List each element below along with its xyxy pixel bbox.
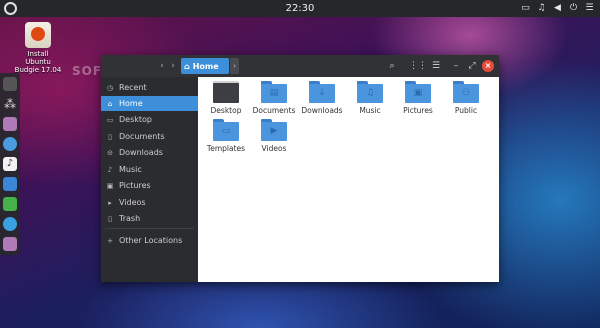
desktop-folder-icon [213, 81, 239, 103]
sidebar-item-trash[interactable]: ▯ Trash [101, 211, 198, 226]
file-item-pictures[interactable]: ▣ Pictures [394, 81, 442, 115]
sidebar-item-label: Downloads [119, 148, 163, 157]
sidebar-divider [105, 228, 194, 229]
file-item-downloads[interactable]: ↓ Downloads [298, 81, 346, 115]
music-icon: ♪ [107, 165, 113, 174]
desktop-icon-label-2: Ubuntu [25, 58, 51, 66]
sidebar-item-other-locations[interactable]: + Other Locations [101, 233, 198, 248]
home-icon: ⌂ [107, 99, 113, 108]
file-view: Desktop ▤ Documents ↓ Downloads ♫ Music … [198, 77, 499, 282]
music-folder-icon: ♫ [357, 81, 383, 103]
sidebar-item-label: Desktop [119, 115, 152, 124]
back-button[interactable]: ‹ [157, 60, 167, 72]
sidebar-item-label: Videos [119, 198, 146, 207]
calc-icon[interactable] [3, 197, 17, 211]
sidebar-item-label: Other Locations [119, 236, 183, 245]
sidebar-item-label: Pictures [119, 181, 151, 190]
sidebar-item-label: Recent [119, 83, 147, 92]
sidebar-item-downloads[interactable]: ⊝ Downloads [101, 145, 198, 160]
file-name: Public [454, 106, 478, 115]
panel-clock[interactable]: 22:30 [0, 3, 600, 14]
terminal-icon[interactable] [3, 77, 17, 91]
browser-icon[interactable] [3, 137, 17, 151]
file-name: Videos [261, 144, 287, 153]
pictures-folder-icon: ▣ [405, 81, 431, 103]
grid-view-icon[interactable]: ⋮⋮ [409, 59, 427, 73]
file-name: Desktop [210, 106, 242, 115]
file-name: Pictures [403, 106, 433, 115]
sidebar-item-pictures[interactable]: ▣ Pictures [101, 178, 198, 193]
dock: ⁂ ♪ [0, 73, 20, 255]
location-next-button[interactable]: › [230, 58, 239, 74]
file-item-videos[interactable]: ▶ Videos [250, 119, 298, 153]
files-open-icon[interactable] [3, 237, 17, 251]
budgie-icon[interactable]: ⁂ [3, 97, 17, 111]
sidebar-item-videos[interactable]: ▸ Videos [101, 195, 198, 210]
public-folder-icon: ⚇ [453, 81, 479, 103]
downloads-folder-icon: ↓ [309, 81, 335, 103]
file-manager-window: ‹ › ⌂ Home › ⌕ ⋮⋮ ☰ – ⤢ × ◷ Recent ⌂ Hom… [101, 55, 499, 282]
videos-folder-icon: ▶ [261, 119, 287, 141]
home-icon: ⌂ [184, 61, 190, 71]
file-name: Templates [206, 144, 246, 153]
menu-icon[interactable]: ☰ [585, 3, 594, 13]
document-icon: ▯ [108, 132, 112, 141]
sidebar-item-label: Trash [119, 214, 141, 223]
video-icon: ▸ [108, 198, 112, 207]
desktop-icon: ▭ [106, 115, 114, 124]
clock-icon: ◷ [106, 83, 114, 92]
music-player-icon[interactable]: ♪ [3, 157, 17, 171]
bell-icon[interactable]: ♫ [537, 3, 546, 13]
plus-icon: + [107, 236, 113, 245]
sidebar-item-label: Home [119, 99, 143, 108]
install-ubuntu-desktop-icon[interactable]: Install Ubuntu Budgie 17.04 [14, 22, 62, 74]
places-sidebar: ◷ Recent ⌂ Home ▭ Desktop ▯ Documents ⊝ … [101, 77, 198, 282]
sidebar-item-label: Music [119, 165, 142, 174]
templates-folder-icon: ▭ [213, 119, 239, 141]
picture-icon: ▣ [106, 181, 114, 190]
file-item-desktop[interactable]: Desktop [202, 81, 250, 115]
documents-folder-icon: ▤ [261, 81, 287, 103]
top-panel: 22:30 ▭ ♫ ◀ ⏻ ☰ [0, 0, 600, 17]
sidebar-item-documents[interactable]: ▯ Documents [101, 129, 198, 144]
minimize-icon[interactable]: – [449, 59, 463, 73]
close-icon[interactable]: × [482, 60, 494, 72]
window-icon[interactable]: ▭ [521, 3, 530, 13]
system-tray: ▭ ♫ ◀ ⏻ ☰ [521, 3, 594, 13]
file-item-documents[interactable]: ▤ Documents [250, 81, 298, 115]
file-name: Documents [252, 106, 296, 115]
file-name: Music [359, 106, 381, 115]
sidebar-item-label: Documents [119, 132, 165, 141]
volume-icon[interactable]: ◀ [553, 3, 562, 13]
download-icon: ⊝ [107, 148, 113, 157]
location-label: Home [192, 61, 219, 71]
sidebar-item-home[interactable]: ⌂ Home [101, 96, 198, 111]
maximize-icon[interactable]: ⤢ [465, 59, 479, 73]
file-item-templates[interactable]: ▭ Templates [202, 119, 250, 153]
menu-icon[interactable]: ☰ [429, 59, 443, 73]
power-icon[interactable]: ⏻ [569, 3, 578, 13]
desktop-icon-label-1: Install [27, 50, 49, 58]
search-icon[interactable]: ⌕ [385, 59, 399, 73]
sidebar-item-recent[interactable]: ◷ Recent [101, 80, 198, 95]
sidebar-item-music[interactable]: ♪ Music [101, 162, 198, 177]
installer-icon [25, 22, 51, 48]
desktop-icon-label-3: Budgie 17.04 [14, 66, 62, 74]
location-home-button[interactable]: ⌂ Home [181, 58, 229, 74]
titlebar: ‹ › ⌂ Home › ⌕ ⋮⋮ ☰ – ⤢ × [101, 55, 499, 77]
file-item-music[interactable]: ♫ Music [346, 81, 394, 115]
sidebar-item-desktop[interactable]: ▭ Desktop [101, 112, 198, 127]
forward-button[interactable]: › [168, 60, 178, 72]
trash-icon: ▯ [108, 214, 112, 223]
files-icon[interactable] [3, 117, 17, 131]
file-item-public[interactable]: ⚇ Public [442, 81, 490, 115]
writer-icon[interactable] [3, 177, 17, 191]
software-center-icon[interactable] [3, 217, 17, 231]
file-name: Downloads [301, 106, 343, 115]
